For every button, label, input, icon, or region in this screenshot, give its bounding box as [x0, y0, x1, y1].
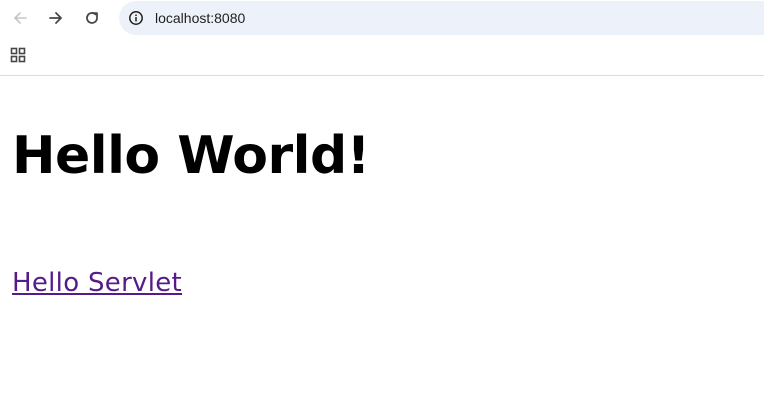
- site-info-button[interactable]: [128, 10, 144, 26]
- forward-button[interactable]: [42, 4, 70, 32]
- url-text[interactable]: localhost:8080: [155, 10, 245, 26]
- info-icon: [129, 11, 143, 25]
- address-bar[interactable]: localhost:8080: [119, 1, 764, 35]
- page-content: Hello World! Hello Servlet: [0, 76, 764, 406]
- hello-servlet-link[interactable]: Hello Servlet: [12, 266, 182, 300]
- reload-icon: [86, 12, 98, 24]
- back-button[interactable]: [6, 4, 34, 32]
- apps-grid-icon[interactable]: [10, 47, 26, 63]
- browser-toolbar: localhost:8080: [0, 0, 764, 36]
- arrow-left-icon: [14, 12, 27, 24]
- bookmarks-bar: [0, 36, 764, 76]
- arrow-right-icon: [49, 12, 62, 24]
- page-heading: Hello World!: [12, 126, 370, 186]
- reload-button[interactable]: [78, 4, 106, 32]
